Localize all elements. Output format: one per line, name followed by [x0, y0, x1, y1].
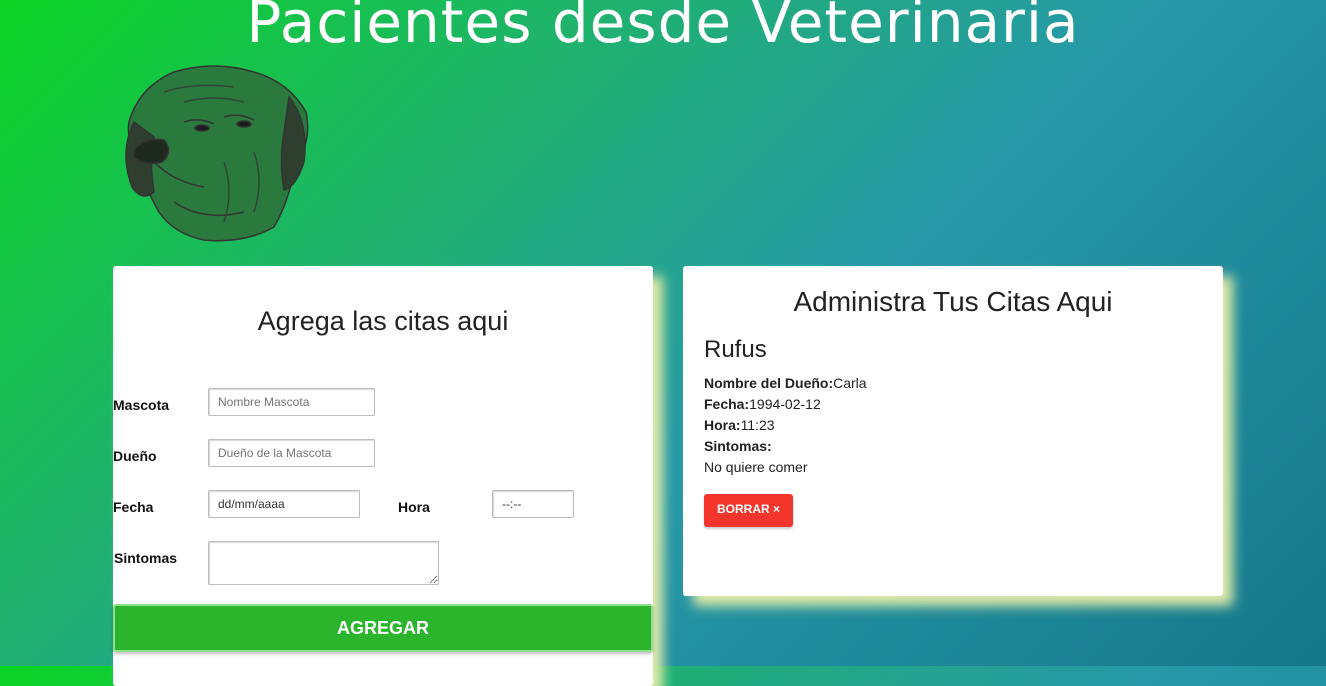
delete-appointment-button[interactable]: BORRAR ×	[704, 494, 793, 527]
owner-label: Dueño	[113, 448, 157, 464]
appointment-owner: Nombre del Dueño:Carla	[704, 375, 867, 391]
form-title: Agrega las citas aqui	[257, 306, 509, 336]
symptoms-label: Sintomas	[114, 550, 178, 566]
pet-name-input[interactable]	[208, 388, 375, 416]
appointment-form-card: Agrega las citas aqui Mascota Dueño Fech…	[113, 266, 653, 686]
time-input[interactable]: --:--	[492, 490, 574, 518]
add-appointment-button[interactable]: AGREGAR	[113, 604, 653, 652]
appointment-symptoms: No quiere comer	[704, 459, 808, 475]
appointment-date: Fecha:1994-02-12	[704, 396, 821, 412]
appointment-symptoms-label: Sintomas:	[704, 438, 772, 454]
appointments-title: Administra Tus Citas Aqui	[793, 286, 1113, 317]
symptoms-textarea[interactable]	[208, 541, 439, 585]
date-input[interactable]: dd/mm/aaaa	[208, 490, 360, 518]
appointment-pet-name: Rufus	[704, 336, 767, 363]
appointment-time: Hora:11:23	[704, 417, 775, 433]
page-title: Pacientes desde Veterinaria	[246, 0, 1080, 56]
owner-name-input[interactable]	[208, 439, 375, 467]
pet-label: Mascota	[113, 397, 170, 413]
date-label: Fecha	[113, 499, 154, 515]
time-label: Hora	[398, 499, 430, 515]
dog-head-icon	[125, 65, 309, 242]
appointments-card: Administra Tus Citas Aqui Rufus Nombre d…	[683, 266, 1223, 596]
